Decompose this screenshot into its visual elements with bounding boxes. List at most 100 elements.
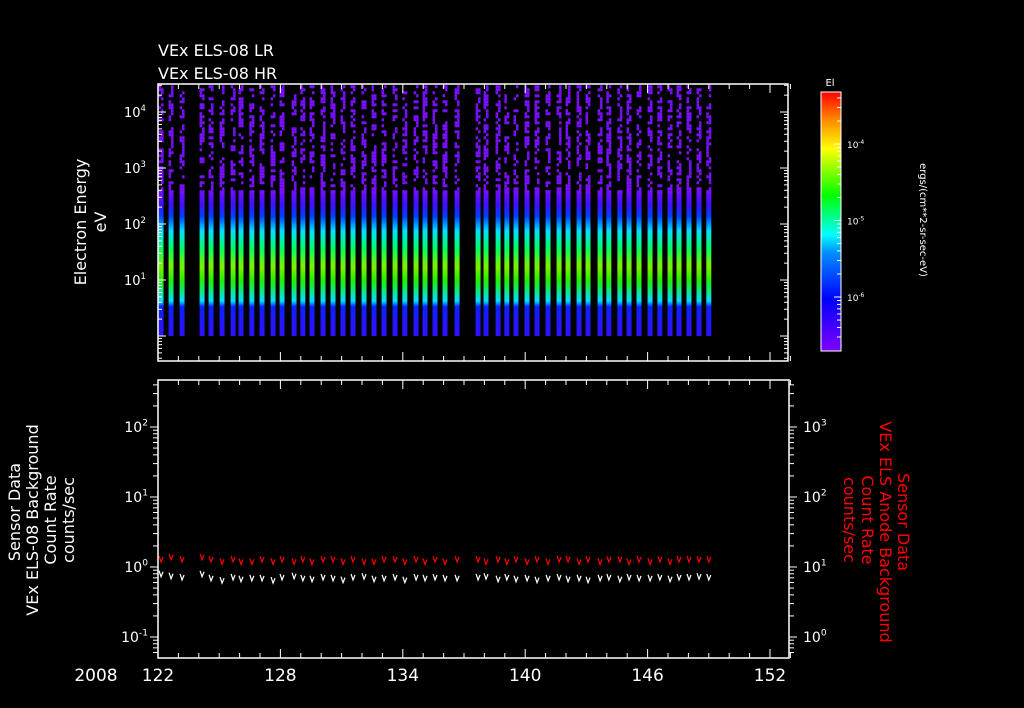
stripe-speckle xyxy=(374,160,377,164)
stripe-speckle xyxy=(617,88,620,92)
stripe-speckle xyxy=(559,88,562,92)
stripe-speckle xyxy=(576,115,580,119)
stripe-speckle xyxy=(454,154,458,158)
stripe-speckle xyxy=(323,127,326,131)
stripe-speckle xyxy=(323,148,326,152)
stripe-speckle xyxy=(513,157,517,161)
stripe-speckle xyxy=(606,100,609,104)
stripe-speckle xyxy=(524,103,528,107)
stripe-speckle xyxy=(282,181,285,185)
spectrogram-stripe xyxy=(230,85,236,336)
stripe-speckle xyxy=(320,112,324,116)
stripe-speckle xyxy=(689,187,692,191)
title-hr: VEx ELS-08 HR xyxy=(158,64,277,83)
stripe-speckle xyxy=(179,130,183,134)
stripe-speckle xyxy=(636,160,640,164)
stripe-speckle xyxy=(568,163,571,167)
stripe-speckle xyxy=(233,97,236,101)
stripe-speckle xyxy=(689,106,692,110)
red-data-point xyxy=(454,555,460,564)
stripe-speckle xyxy=(657,142,660,146)
stripe-speckle xyxy=(579,184,582,188)
stripe-speckle xyxy=(559,85,562,89)
stripe-speckle xyxy=(371,190,375,194)
stripe-speckle xyxy=(182,109,185,113)
stripe-speckle xyxy=(457,157,460,161)
stripe-speckle xyxy=(300,157,303,161)
stripe-speckle xyxy=(320,190,324,194)
stripe-speckle xyxy=(679,187,682,191)
stripe-speckle xyxy=(171,94,174,98)
stripe-speckle xyxy=(182,136,185,140)
stripe-speckle xyxy=(576,145,580,149)
stripe-speckle xyxy=(524,172,528,176)
stripe-speckle xyxy=(568,151,571,155)
white-data-point xyxy=(454,574,460,583)
stripe-speckle xyxy=(657,169,660,173)
stripe-speckle xyxy=(588,133,591,137)
spectrogram-stripe xyxy=(504,94,510,336)
stripe-speckle xyxy=(395,109,398,113)
stripe-speckle xyxy=(650,148,653,152)
stripe-speckle xyxy=(294,139,297,143)
stripe-speckle xyxy=(233,139,236,143)
stripe-speckle xyxy=(650,157,653,161)
stripe-speckle xyxy=(333,115,336,119)
stripe-speckle xyxy=(478,91,481,95)
stripe-speckle xyxy=(425,115,428,119)
stripe-speckle xyxy=(279,100,283,104)
stripe-speckle xyxy=(659,109,663,113)
stripe-speckle xyxy=(330,154,334,158)
stripe-speckle xyxy=(340,109,344,113)
stripe-speckle xyxy=(600,151,603,155)
stripe-speckle xyxy=(597,148,601,152)
stripe-speckle xyxy=(483,151,487,155)
stripe-speckle xyxy=(659,154,663,158)
stripe-speckle xyxy=(371,94,375,98)
stripe-speckle xyxy=(395,103,398,107)
stripe-speckle xyxy=(262,169,265,173)
stripe-speckle xyxy=(320,136,324,140)
stripe-speckle xyxy=(667,175,671,179)
stripe-speckle xyxy=(251,184,255,188)
stripe-speckle xyxy=(350,148,354,152)
stripe-speckle xyxy=(333,172,336,176)
spectrogram-stripe xyxy=(168,85,174,336)
stripe-speckle xyxy=(657,112,660,116)
stripe-spectrum xyxy=(208,190,214,336)
stripe-speckle xyxy=(330,148,334,152)
stripe-speckle xyxy=(548,172,551,176)
stripe-speckle xyxy=(597,112,601,116)
stripe-speckle xyxy=(259,109,263,113)
stripe-speckle xyxy=(670,169,673,173)
stripe-speckle xyxy=(404,163,408,167)
stripe-speckle xyxy=(432,151,436,155)
stripe-speckle xyxy=(445,124,448,128)
stripe-speckle xyxy=(545,124,549,128)
stripe-speckle xyxy=(686,157,690,161)
stripe-speckle xyxy=(495,148,499,152)
spectrogram-stripe xyxy=(483,85,489,336)
stripe-speckle xyxy=(422,91,426,95)
red-data-point xyxy=(667,558,673,567)
stripe-speckle xyxy=(600,157,603,161)
stripe-speckle xyxy=(657,166,660,170)
stripe-speckle xyxy=(413,91,417,95)
stripe-speckle xyxy=(392,175,396,179)
stripe-speckle xyxy=(600,130,603,134)
stripe-speckle xyxy=(392,115,396,119)
stripe-speckle xyxy=(504,100,507,104)
spectrogram-stripe xyxy=(208,85,214,336)
stripe-speckle xyxy=(270,124,274,128)
stripe-speckle xyxy=(279,133,283,137)
stripe-speckle xyxy=(650,187,653,191)
stripe-speckle xyxy=(273,85,276,89)
stripe-spectrum xyxy=(361,190,367,336)
stripe-speckle xyxy=(650,139,653,143)
stripe-speckle xyxy=(251,94,255,98)
stripe-speckle xyxy=(527,157,530,161)
energy-tick-label: 101 xyxy=(124,271,146,289)
stripe-speckle xyxy=(364,103,367,107)
stripe-speckle xyxy=(364,106,367,110)
stripe-speckle xyxy=(330,97,334,101)
